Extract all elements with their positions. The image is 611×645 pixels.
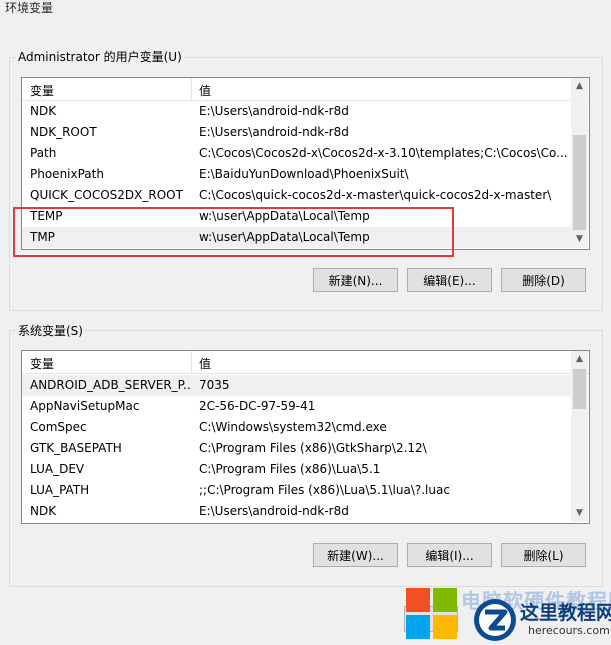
var-value: E:\Users\android-ndk-r8d [199, 104, 349, 118]
user-variables-label: Administrator 的用户变量(U) [16, 48, 184, 65]
var-name: LUA_PATH [30, 483, 90, 497]
var-value: C:\Cocos\Cocos2d-x\Cocos2d-x-3.10\templa… [199, 146, 568, 160]
var-value: 2C-56-DC-97-59-41 [199, 399, 316, 413]
table-row[interactable]: GTK_BASEPATH C:\Program Files (x86)\GtkS… [22, 438, 571, 459]
site-logo-icon [474, 599, 516, 641]
system-col-value-header[interactable]: 值 [199, 355, 211, 372]
var-name: AppNaviSetupMac [30, 399, 140, 413]
var-name: NDK_ROOT [30, 125, 97, 139]
var-value: C:\Windows\system32\cmd.exe [199, 420, 387, 434]
windows-logo-icon [406, 588, 457, 639]
var-name: ANDROID_ADB_SERVER_P... [30, 378, 192, 392]
scroll-down-icon[interactable]: ▼ [571, 231, 588, 248]
system-variables-list[interactable]: 变量 值 ANDROID_ADB_SERVER_P... 7035 AppNav… [21, 350, 590, 524]
table-row[interactable]: NDK E:\Users\android-ndk-r8d [22, 101, 571, 122]
scroll-thumb[interactable] [573, 369, 586, 409]
scroll-up-icon[interactable]: ▲ [571, 351, 588, 368]
system-delete-button[interactable]: 删除(L) [501, 543, 586, 567]
table-row[interactable]: LUA_DEV C:\Program Files (x86)\Lua\5.1 [22, 459, 571, 480]
user-list-header: 变量 值 [22, 78, 589, 101]
user-edit-button[interactable]: 编辑(E)... [407, 268, 492, 292]
window-title: 环境变量 [5, 1, 54, 15]
table-row[interactable]: QUICK_COCOS2DX_ROOT C:\Cocos\quick-cocos… [22, 185, 571, 206]
var-value: C:\Program Files (x86)\GtkSharp\2.12\ [199, 441, 427, 455]
var-value: E:\BaiduYunDownload\PhoenixSuit\ [199, 167, 409, 181]
var-value: E:\Users\android-ndk-r8d [199, 504, 349, 518]
var-name: GTK_BASEPATH [30, 441, 122, 455]
user-delete-button[interactable]: 删除(D) [501, 268, 586, 292]
table-row[interactable]: ComSpec C:\Windows\system32\cmd.exe [22, 417, 571, 438]
var-name: Path [30, 146, 57, 160]
table-row[interactable]: PhoenixPath E:\BaiduYunDownload\PhoenixS… [22, 164, 571, 185]
var-value: E:\Users\android-ndk-r8d [199, 125, 349, 139]
system-list-header: 变量 值 [22, 351, 589, 374]
table-row[interactable]: ANDROID_ADB_SERVER_P... 7035 [22, 375, 571, 396]
scroll-thumb[interactable] [573, 135, 586, 230]
table-row[interactable]: AppNaviSetupMac 2C-56-DC-97-59-41 [22, 396, 571, 417]
var-name: NDK [30, 504, 57, 518]
watermark-site-name: 这里教程网 [520, 602, 611, 624]
highlight-box [13, 207, 454, 257]
scroll-down-icon[interactable]: ▼ [571, 505, 588, 522]
user-col-value-header[interactable]: 值 [199, 82, 211, 99]
window-title-bar: 环境变量 [0, 0, 611, 18]
table-row[interactable]: NDK_ROOT E:\Users\android-ndk-r8d [22, 122, 571, 143]
var-name: ComSpec [30, 420, 87, 434]
user-col-variable-header[interactable]: 变量 [30, 82, 54, 99]
var-value: C:\Cocos\quick-cocos2d-x-master\quick-co… [199, 188, 552, 202]
user-new-button[interactable]: 新建(N)... [313, 268, 398, 292]
table-row[interactable]: LUA_PATH ;;C:\Program Files (x86)\Lua\5.… [22, 480, 571, 501]
var-value: 7035 [199, 378, 230, 392]
var-value: ;;C:\Program Files (x86)\Lua\5.1\lua\?.l… [199, 483, 450, 497]
table-row[interactable]: Path C:\Cocos\Cocos2d-x\Cocos2d-x-3.10\t… [22, 143, 571, 164]
system-col-variable-header[interactable]: 变量 [30, 355, 54, 372]
scroll-up-icon[interactable]: ▲ [571, 78, 588, 95]
system-edit-button[interactable]: 编辑(I)... [407, 543, 492, 567]
var-name: PhoenixPath [30, 167, 104, 181]
system-new-button[interactable]: 新建(W)... [313, 543, 398, 567]
watermark-site-url: herecours.com [528, 624, 610, 637]
var-value: C:\Program Files (x86)\Lua\5.1 [199, 462, 381, 476]
user-list-scrollbar[interactable]: ▲ ▼ [571, 78, 588, 248]
table-row[interactable]: NDK E:\Users\android-ndk-r8d [22, 501, 571, 522]
var-name: QUICK_COCOS2DX_ROOT [30, 188, 183, 202]
var-name: LUA_DEV [30, 462, 85, 476]
system-variables-label: 系统变量(S) [16, 322, 85, 339]
system-list-scrollbar[interactable]: ▲ ▼ [571, 351, 588, 522]
var-name: NDK [30, 104, 57, 118]
